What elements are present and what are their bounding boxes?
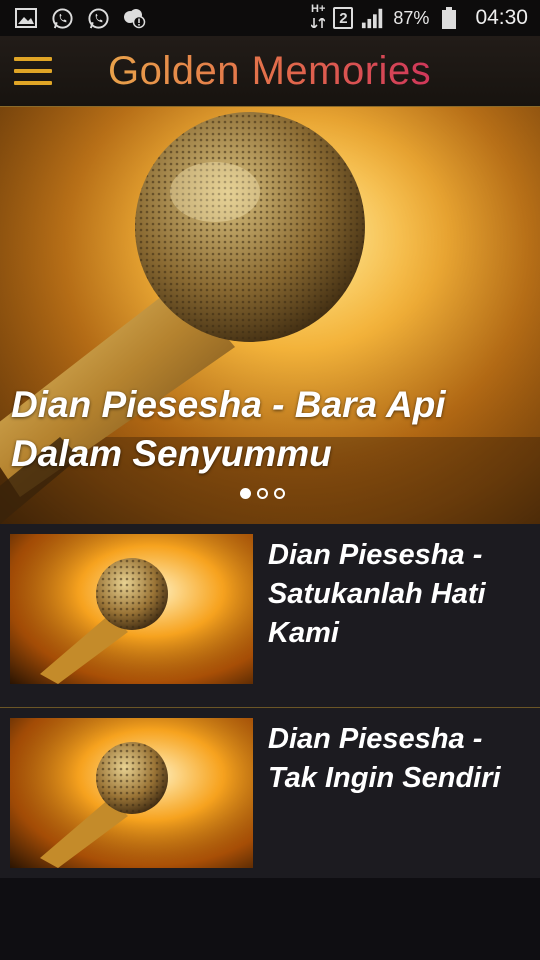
signal-icon	[361, 6, 385, 30]
notification-icons	[0, 6, 146, 30]
song-list: Dian Piesesha - Satukanlah Hati Kami Dia…	[0, 524, 540, 878]
carousel-dot[interactable]	[240, 488, 251, 499]
carousel-dot[interactable]	[274, 488, 285, 499]
whatsapp-icon	[50, 6, 74, 30]
image-icon	[14, 6, 38, 30]
network-type-icon: H+	[310, 2, 326, 33]
network-type-label: H+	[311, 2, 326, 15]
status-bar: H+ 2 87% 04:30	[0, 0, 540, 36]
microphone-image	[10, 718, 253, 868]
clock: 04:30	[475, 6, 528, 29]
microphone-image	[10, 534, 253, 684]
hamburger-icon[interactable]	[14, 57, 52, 85]
carousel-dot[interactable]	[257, 488, 268, 499]
battery-icon	[437, 6, 461, 30]
system-status: H+ 2 87% 04:30	[310, 2, 540, 33]
song-thumbnail[interactable]	[10, 718, 253, 868]
empty-area	[0, 878, 540, 960]
song-thumbnail[interactable]	[10, 534, 253, 684]
app-bar: Golden Memories	[0, 36, 540, 107]
whatsapp-icon	[86, 6, 110, 30]
app-title: Golden Memories	[108, 48, 432, 93]
list-item[interactable]: Dian Piesesha - Tak Ingin Sendiri	[0, 708, 540, 878]
battery-percent: 87%	[393, 7, 430, 28]
song-title[interactable]: Dian Piesesha - Tak Ingin Sendiri	[268, 720, 530, 798]
sim-slot-icon: 2	[333, 7, 354, 29]
wifi-alert-icon	[122, 6, 146, 30]
featured-song-title[interactable]: Dian Piesesha - Bara Api Dalam Senyummu	[11, 380, 536, 478]
featured-carousel[interactable]: Dian Piesesha - Bara Api Dalam Senyummu	[0, 107, 540, 524]
song-title[interactable]: Dian Piesesha - Satukanlah Hati Kami	[268, 536, 530, 653]
list-item[interactable]: Dian Piesesha - Satukanlah Hati Kami	[0, 524, 540, 708]
carousel-indicator	[240, 488, 285, 499]
